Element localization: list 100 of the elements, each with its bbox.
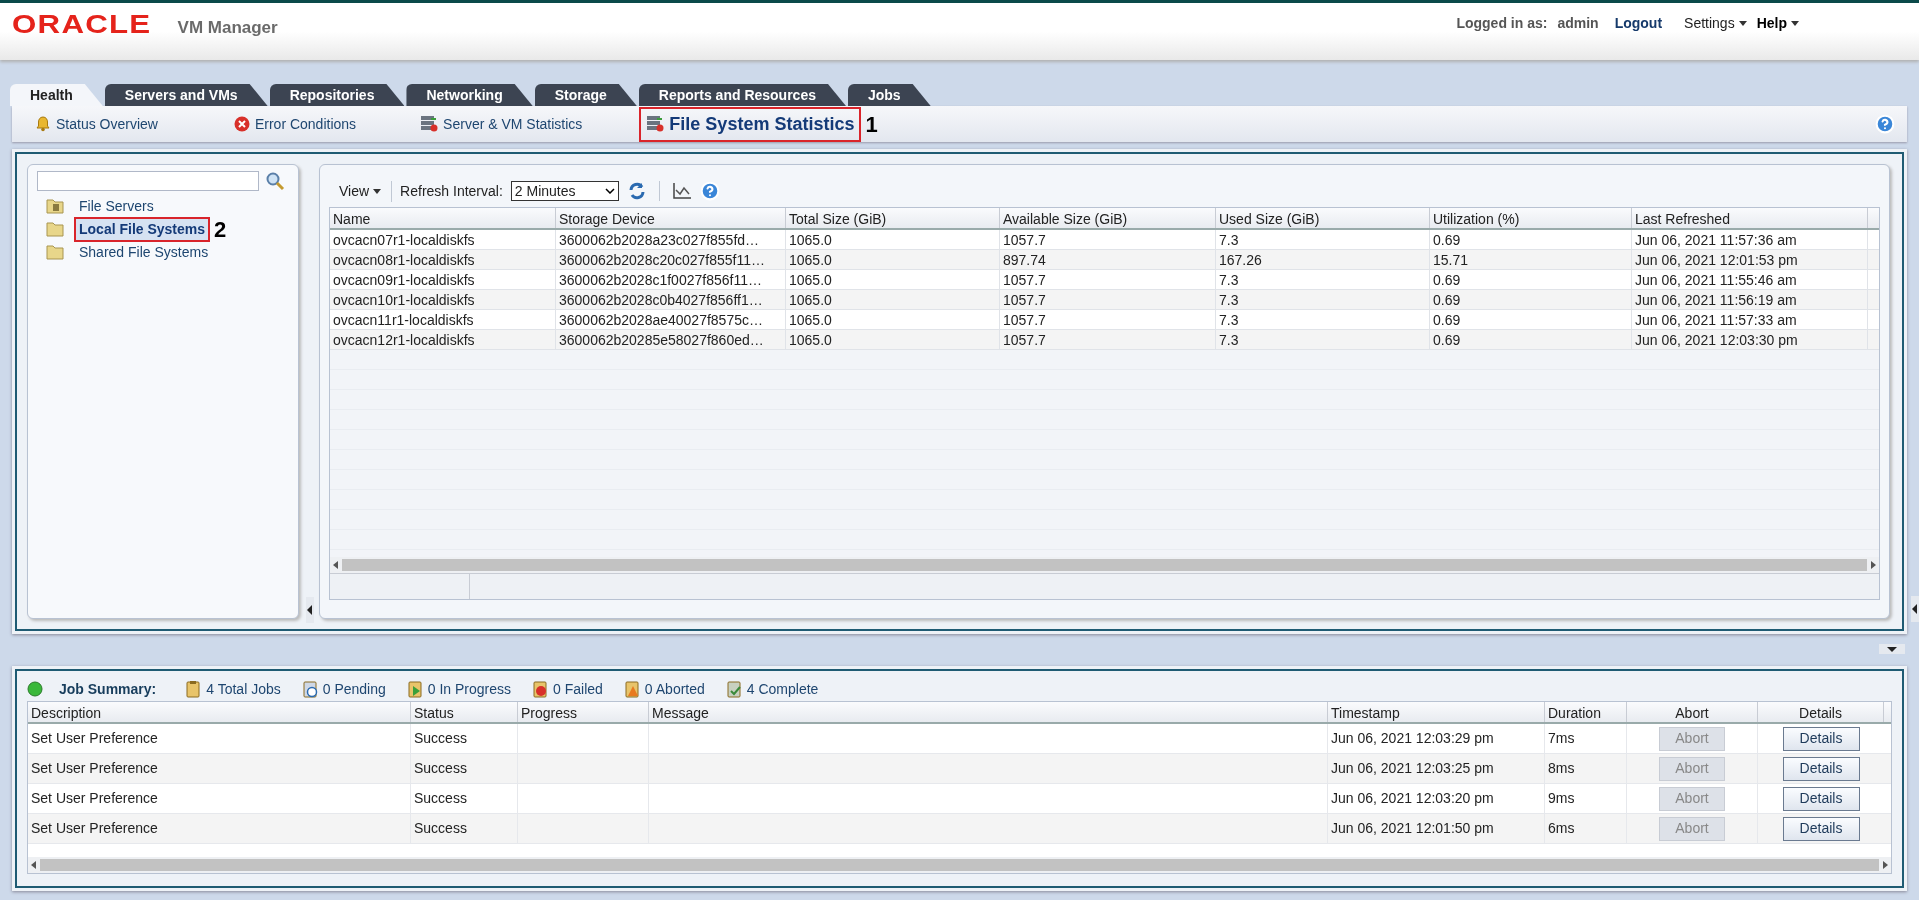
tree-item[interactable]: Shared File Systems — [74, 239, 214, 265]
table-cell: 1057.7 — [1000, 270, 1216, 289]
nav-tab[interactable]: Servers and VMs — [104, 84, 268, 106]
table-cell-text: Success — [414, 729, 467, 748]
column-header[interactable]: Details — [1758, 702, 1884, 722]
column-header[interactable]: Last Refreshed — [1632, 208, 1868, 228]
job-summary-title: Job Summary: — [59, 679, 157, 699]
table-cell: 1057.7 — [1000, 330, 1216, 349]
subnav-link[interactable]: Server & VM Statistics — [413, 109, 590, 139]
column-header[interactable]: Status — [411, 702, 518, 722]
tree-item[interactable]: Local File Systems — [74, 216, 211, 242]
column-header[interactable]: Total Size (GiB) — [786, 208, 1000, 228]
table-cell: 7.3 — [1216, 270, 1430, 289]
scroll-left-icon[interactable] — [30, 861, 38, 869]
table-cell: 1065.0 — [786, 270, 1000, 289]
menu-button[interactable]: Help — [1756, 13, 1799, 34]
horizontal-scrollbar[interactable] — [330, 557, 1879, 573]
column-header[interactable]: Description — [28, 702, 411, 722]
column-header[interactable]: Used Size (GiB) — [1216, 208, 1430, 228]
details-button[interactable]: Details — [1782, 726, 1860, 751]
nav-tab[interactable]: Repositories — [269, 84, 405, 106]
column-header[interactable]: Storage Device — [556, 208, 786, 228]
column-header[interactable]: Message — [649, 702, 1328, 722]
scroll-left-icon[interactable] — [332, 561, 340, 569]
table-cell-text: Jun 06, 2021 12:03:25 pm — [1331, 759, 1494, 778]
table-cell-text: Set User Preference — [31, 819, 158, 838]
table-cell: 3600062b2028a23c027f855fd… — [556, 230, 786, 249]
collapse-left-icon[interactable] — [306, 597, 314, 623]
column-header[interactable]: Utilization (%) — [1430, 208, 1632, 228]
table-cell-text: Success — [414, 789, 467, 808]
column-header[interactable]: Timestamp — [1328, 702, 1545, 722]
collapse-left-icon[interactable] — [1911, 596, 1919, 622]
nav-tab[interactable]: Jobs — [848, 84, 931, 106]
column-header[interactable]: Abort — [1627, 702, 1758, 722]
table-cell: 1057.7 — [1000, 290, 1216, 309]
table-cell: 0.69 — [1430, 310, 1632, 329]
help-icon[interactable] — [1875, 114, 1895, 134]
details-button[interactable]: Details — [1782, 816, 1860, 841]
subnav-link[interactable]: Status Overview — [28, 109, 165, 139]
table-cell: ovcacn09r1-localdiskfs — [330, 270, 556, 289]
table-cell: 1065.0 — [786, 330, 1000, 349]
column-header[interactable]: Progress — [518, 702, 649, 722]
search-icon[interactable] — [265, 171, 285, 191]
logout-link[interactable]: Logout — [1614, 13, 1663, 34]
callout-number: 2 — [214, 215, 227, 244]
menu-button[interactable]: Settings — [1684, 13, 1747, 34]
table-cell: Jun 06, 2021 11:56:19 am — [1632, 290, 1868, 309]
help-icon[interactable] — [699, 181, 720, 201]
table-cell-text: 6ms — [1548, 819, 1575, 838]
table-cell: 0.69 — [1430, 270, 1632, 289]
scroll-right-icon[interactable] — [1881, 861, 1889, 869]
column-header[interactable]: Duration — [1545, 702, 1627, 722]
table-cell-text: Success — [414, 819, 467, 838]
table-cell: 3600062b2028ae40027f8575c… — [556, 310, 786, 329]
table-cell: 897.74 — [1000, 250, 1216, 269]
table-cell: 7.3 — [1216, 230, 1430, 249]
table-cell: 0.69 — [1430, 290, 1632, 309]
table-cell: 3600062b2028c0b4027f856ff1… — [556, 290, 786, 309]
view-menu-button[interactable]: View — [339, 180, 393, 202]
job-count-link[interactable]: 0 Aborted — [644, 678, 705, 700]
warning-clipboard-icon — [622, 680, 641, 698]
refresh-interval-select[interactable]: 2 Minutes — [510, 181, 619, 201]
horizontal-scrollbar[interactable] — [28, 857, 1891, 873]
column-header[interactable]: Available Size (GiB) — [1000, 208, 1216, 228]
job-count-link[interactable]: 0 In Progress — [427, 678, 512, 700]
table-cell: 1057.7 — [1000, 310, 1216, 329]
job-count-link[interactable]: 0 Failed — [553, 678, 603, 700]
subnav-link[interactable]: File System Statistics — [639, 106, 862, 142]
table-cell-text: Jun 06, 2021 12:03:20 pm — [1331, 789, 1494, 808]
logged-in-label: Logged in as: — [1456, 14, 1548, 33]
details-button[interactable]: Details — [1782, 786, 1860, 811]
chart-icon[interactable] — [671, 182, 692, 200]
job-count-link[interactable]: 0 Pending — [322, 678, 386, 700]
search-field[interactable] — [37, 171, 259, 191]
error-icon — [233, 116, 250, 132]
caret-icon — [373, 188, 382, 194]
server-stack-icon — [420, 115, 439, 133]
nav-tab[interactable]: Storage — [534, 84, 637, 106]
clock-clipboard-icon — [300, 680, 319, 698]
nav-tab[interactable]: Health — [10, 84, 103, 106]
nav-tab[interactable]: Networking — [406, 84, 533, 106]
chevron-down-icon — [604, 188, 615, 194]
scroll-right-icon[interactable] — [1869, 561, 1877, 569]
job-count-link[interactable]: 4 Complete — [746, 678, 819, 700]
nav-tab[interactable]: Reports and Resources — [638, 84, 846, 106]
table-cell: 0.69 — [1430, 330, 1632, 349]
caret-icon — [1738, 21, 1747, 26]
subnav-link[interactable]: Error Conditions — [226, 109, 364, 139]
tree-item[interactable]: File Servers — [74, 193, 159, 219]
details-button[interactable]: Details — [1782, 756, 1860, 781]
collapse-down-icon[interactable] — [1879, 644, 1905, 654]
table-cell-text: Jun 06, 2021 12:03:29 pm — [1331, 729, 1494, 748]
server-stack-icon — [646, 115, 665, 133]
table-cell: 0.69 — [1430, 230, 1632, 249]
product-title: VM Manager — [177, 17, 278, 39]
error-clipboard-icon — [531, 680, 550, 698]
column-header[interactable]: Name — [330, 208, 556, 228]
table-cell: 1065.0 — [786, 250, 1000, 269]
table-cell-text: 8ms — [1548, 759, 1575, 778]
job-count-link[interactable]: 4 Total Jobs — [206, 678, 281, 700]
